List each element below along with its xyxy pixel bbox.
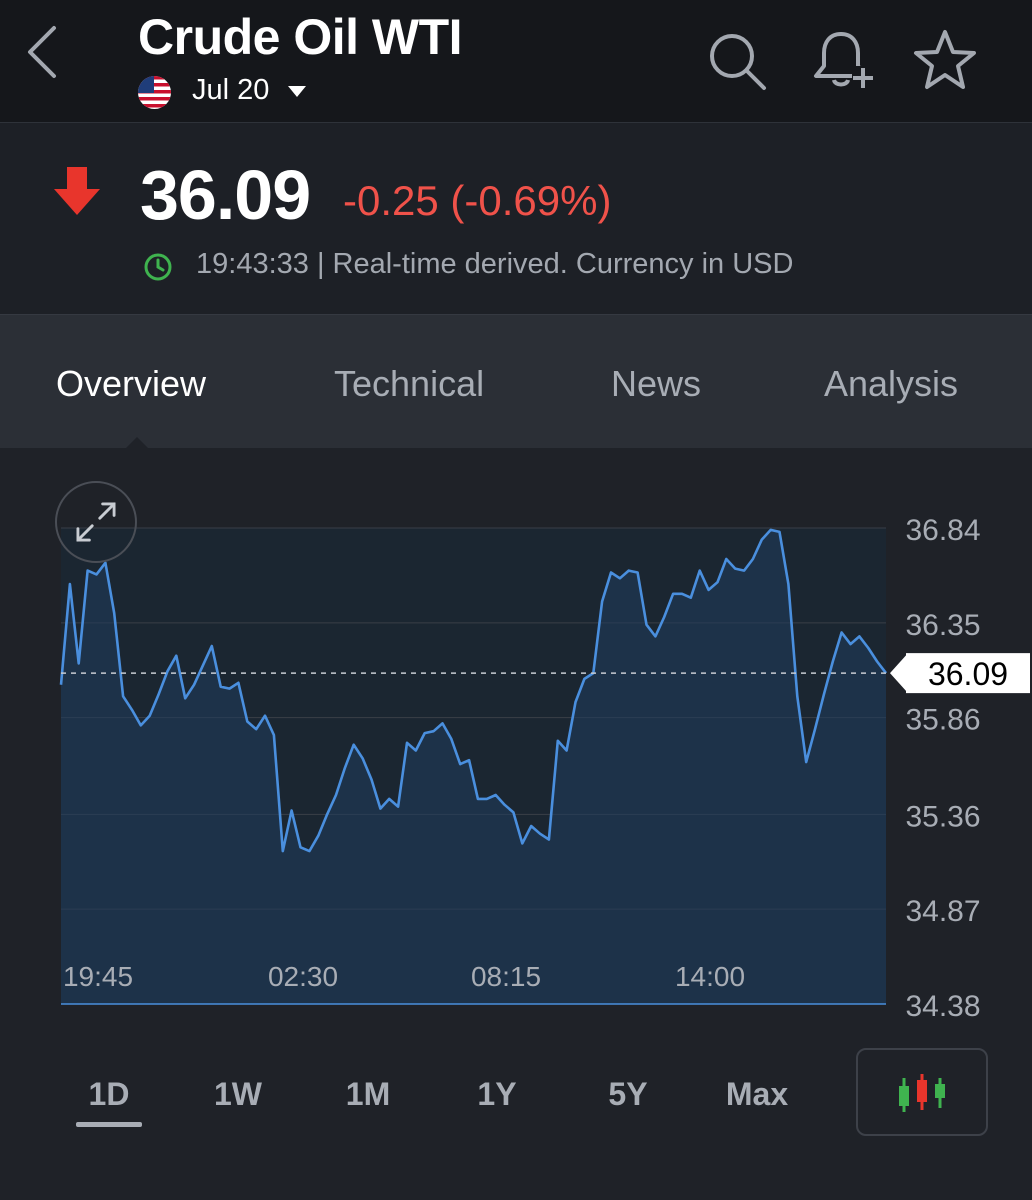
y-tick-label: 34.87 — [905, 895, 980, 928]
us-flag-icon — [138, 76, 171, 109]
star-icon[interactable] — [912, 28, 978, 94]
range-1w[interactable]: 1W — [193, 1076, 283, 1113]
clock-icon — [144, 253, 172, 281]
arrow-down-icon — [54, 167, 100, 215]
x-tick-label: 02:30 — [268, 961, 338, 992]
x-tick-label: 19:45 — [63, 961, 133, 992]
chevron-down-icon[interactable] — [288, 86, 306, 97]
tab-technical[interactable]: Technical — [334, 363, 484, 405]
y-tick-label: 35.86 — [905, 704, 980, 737]
price-chart[interactable]: 36.84 36.35 35.86 35.36 34.87 34.38 36.09 19:45… — [0, 448, 1032, 1028]
y-tick-label: 36.35 — [905, 609, 980, 642]
y-tick-label: 34.38 — [905, 990, 980, 1023]
tab-analysis[interactable]: Analysis — [824, 363, 958, 405]
chart-svg: 36.84 36.35 35.86 35.36 34.87 34.38 36.09 19:45… — [59, 514, 1030, 1023]
range-5y[interactable]: 5Y — [583, 1076, 673, 1113]
price-change: -0.25 (-0.69%) — [343, 177, 612, 224]
tab-bar: Overview Technical News Analysis — [0, 314, 1032, 450]
last-price-label: 36.09 — [928, 656, 1008, 692]
back-icon[interactable] — [22, 22, 66, 82]
contract-selector[interactable]: Jul 20 — [192, 74, 269, 107]
x-tick-label: 14:00 — [675, 961, 745, 992]
range-1m[interactable]: 1M — [323, 1076, 413, 1113]
tab-overview[interactable]: Overview — [56, 363, 206, 405]
range-selector: 1D 1W 1M 1Y 5Y Max — [0, 1040, 1032, 1150]
expand-chart-icon[interactable] — [55, 481, 137, 563]
x-tick-label: 08:15 — [471, 961, 541, 992]
candlestick-toggle-button[interactable] — [856, 1048, 988, 1136]
candlestick-icon — [899, 1074, 945, 1112]
quote-panel: 36.09 -0.25 (-0.69%) 19:43:33 | Real-tim… — [0, 122, 1032, 314]
range-1y[interactable]: 1Y — [452, 1076, 542, 1113]
last-price-pointer — [890, 653, 908, 694]
page-title: Crude Oil WTI — [138, 9, 463, 65]
quote-meta: 19:43:33 | Real-time derived. Currency i… — [196, 248, 794, 280]
range-1d[interactable]: 1D — [64, 1076, 154, 1113]
last-price: 36.09 — [140, 156, 311, 234]
top-bar: Crude Oil WTI Jul 20 — [0, 0, 1032, 122]
search-icon[interactable] — [704, 28, 770, 94]
y-tick-label: 35.36 — [905, 800, 980, 833]
add-alert-icon[interactable] — [808, 28, 874, 94]
y-tick-label: 36.84 — [905, 514, 980, 547]
range-max[interactable]: Max — [712, 1076, 802, 1113]
active-range-underline — [76, 1122, 142, 1127]
tab-news[interactable]: News — [611, 363, 701, 405]
